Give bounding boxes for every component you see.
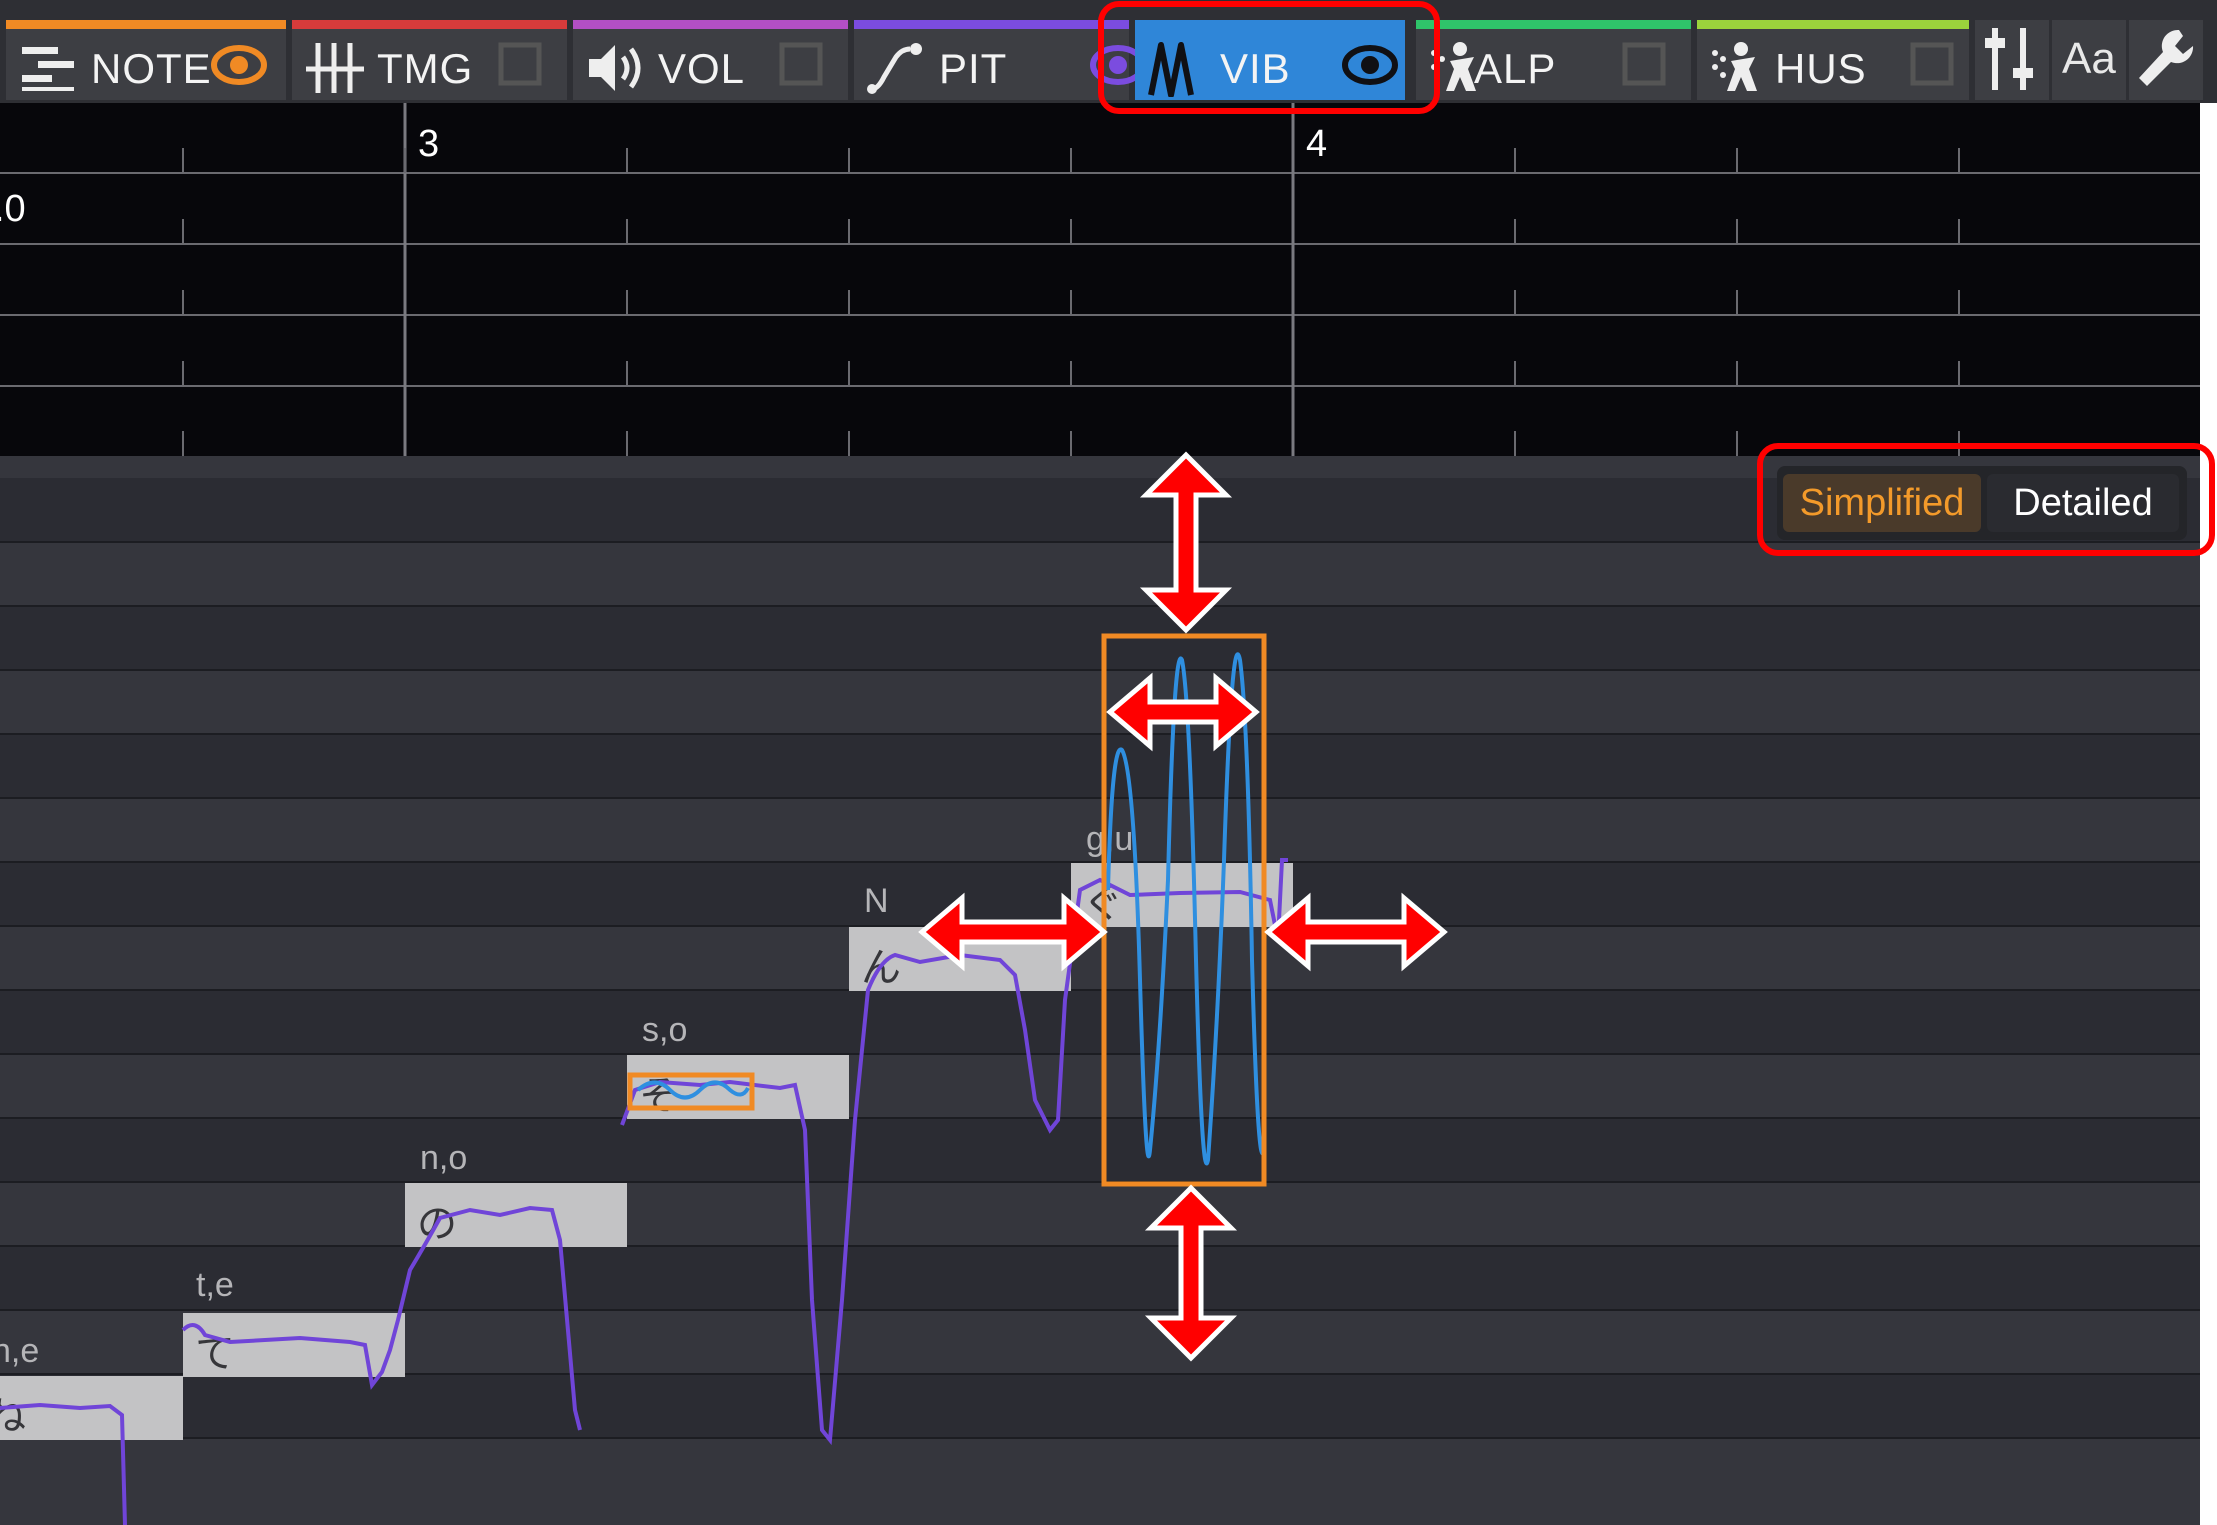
view-mode-switch: Simplified Detailed xyxy=(1777,466,2187,540)
note-block[interactable]: の xyxy=(405,1183,627,1247)
note-icon xyxy=(22,47,74,91)
eye-icon[interactable] xyxy=(1341,40,1399,90)
note-phoneme: g,u xyxy=(1086,820,1134,858)
tab-alp-label: ALP xyxy=(1474,45,1557,92)
tab-vol[interactable]: VOL xyxy=(573,20,848,100)
tab-note-label: NOTE xyxy=(91,45,212,92)
note-phoneme: n,o xyxy=(420,1139,468,1177)
note-lyric: の xyxy=(417,1201,457,1247)
hus-figure-icon xyxy=(1712,42,1757,91)
mixer-button[interactable] xyxy=(1975,20,2049,100)
tab-tmg[interactable]: TMG xyxy=(292,20,567,100)
measure-number: 3 xyxy=(418,123,440,165)
window-edge xyxy=(2200,103,2217,1525)
detailed-mode-button[interactable]: Detailed xyxy=(1987,474,2179,532)
wrench-icon xyxy=(2139,29,2194,86)
simplified-mode-button[interactable]: Simplified xyxy=(1783,474,1981,532)
note-phoneme: n,e xyxy=(0,1332,40,1370)
checkbox-icon[interactable] xyxy=(1615,40,1673,90)
note-block[interactable]: ね xyxy=(0,1376,183,1440)
timing-icon xyxy=(306,43,364,93)
tab-tmg-label: TMG xyxy=(377,45,474,92)
note-lyric: て xyxy=(195,1331,235,1377)
tab-pit[interactable]: PIT xyxy=(854,20,1146,100)
note-phoneme: N xyxy=(864,882,889,920)
tab-vib[interactable]: VIB xyxy=(1135,20,1405,100)
sliders-icon xyxy=(1985,28,2033,90)
note-lyric: ね xyxy=(0,1394,26,1440)
font-icon: Aa xyxy=(2062,34,2116,83)
font-button[interactable]: Aa xyxy=(2052,20,2126,100)
note-lyric: ぐ xyxy=(1083,881,1123,927)
tab-vib-label: VIB xyxy=(1220,45,1291,92)
piano-roll[interactable]: ね n,e て t,e の n,o そ s,o ん N ぐ g,u xyxy=(0,456,2200,1525)
checkbox-icon[interactable] xyxy=(772,40,830,90)
note-block[interactable]: て xyxy=(183,1313,405,1377)
ruler-grid xyxy=(0,103,2200,456)
pitch-curve-icon xyxy=(867,43,922,94)
tab-note[interactable]: NOTE xyxy=(6,20,286,100)
tab-vol-label: VOL xyxy=(658,45,746,92)
note-lyric: ん xyxy=(861,945,901,991)
tab-pit-label: PIT xyxy=(939,45,1008,92)
note-lyric: そ xyxy=(639,1073,679,1119)
speaker-icon xyxy=(589,45,641,91)
settings-button[interactable] xyxy=(2129,20,2203,100)
note-block[interactable]: ぐ xyxy=(1071,863,1293,927)
checkbox-icon[interactable] xyxy=(491,40,549,90)
note-block[interactable]: ん xyxy=(849,927,1071,991)
tab-hus[interactable]: HUS xyxy=(1697,20,1969,100)
note-phoneme: t,e xyxy=(196,1266,234,1304)
timeline-ruler[interactable]: 3 4 .0 xyxy=(0,103,2200,456)
vibrato-wave-icon xyxy=(1148,42,1194,97)
tab-alp[interactable]: ALP xyxy=(1416,20,1691,100)
eye-icon[interactable] xyxy=(210,40,268,90)
measure-number: 4 xyxy=(1306,123,1328,165)
parameter-toolbar: NOTE TMG VOL PIT VIB ALP HUS Aa xyxy=(0,0,2217,103)
editor-window: NOTE TMG VOL PIT VIB ALP HUS Aa 3 4 0 ね … xyxy=(0,0,2217,1525)
tab-hus-label: HUS xyxy=(1775,45,1867,92)
note-phoneme: s,o xyxy=(642,1011,688,1049)
note-block[interactable]: そ xyxy=(627,1055,849,1119)
checkbox-icon[interactable] xyxy=(1903,40,1961,90)
ruler-partial-label: .0 xyxy=(0,188,26,230)
